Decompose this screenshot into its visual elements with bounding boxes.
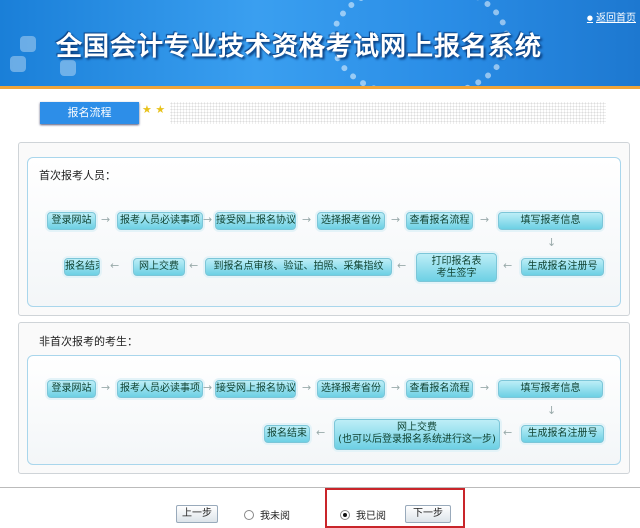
arrow-left-icon: ← xyxy=(503,259,513,272)
step-finish: 报名结束 xyxy=(64,258,100,276)
arrow-right-icon: → xyxy=(391,381,401,394)
arrow-right-icon: → xyxy=(302,213,312,226)
panel-title: 非首次报考的考生： xyxy=(39,335,138,348)
returning-inner xyxy=(27,355,621,465)
step-view-process: 查看报名流程 xyxy=(406,212,473,230)
first-time-inner xyxy=(27,157,621,307)
panel-title: 首次报考人员： xyxy=(39,169,116,182)
step-pay-online-label: 网上交费 xyxy=(397,422,437,433)
arrow-down-icon: ↓ xyxy=(547,404,557,417)
step-sign-label: 考生签字 xyxy=(436,268,477,279)
step-fill-info: 填写报考信息 xyxy=(498,380,603,398)
step-accept-agreement: 接受网上报名协议 xyxy=(215,380,296,398)
arrow-right-icon: → xyxy=(480,381,490,394)
arrow-right-icon: → xyxy=(480,213,490,226)
star-icon: ★ ★ xyxy=(142,103,166,116)
arrow-right-icon: → xyxy=(203,213,213,226)
radio-circle-icon[interactable] xyxy=(244,510,254,520)
step-onsite-verify: 到报名点审核、验证、拍照、采集指纹 xyxy=(205,258,392,276)
step-pay-note: (也可以后登录报名系统进行这一步) xyxy=(338,434,496,445)
tab-registration-process[interactable]: 报名流程 xyxy=(40,102,139,124)
step-login: 登录网站 xyxy=(47,380,96,398)
arrow-left-icon: ← xyxy=(110,259,120,272)
step-print-form-label: 打印报名表 xyxy=(431,256,482,267)
arrow-down-icon: ↓ xyxy=(547,236,557,249)
returning-panel: 非首次报考的考生： xyxy=(18,322,630,474)
arrow-right-icon: → xyxy=(101,213,111,226)
arrow-left-icon: ← xyxy=(503,426,513,439)
step-read-notice: 报考人员必读事项 xyxy=(117,380,203,398)
step-accept-agreement: 接受网上报名协议 xyxy=(215,212,296,230)
site-title: 全国会计专业技术资格考试网上报名系统 xyxy=(56,32,543,62)
tab-bar-pattern xyxy=(170,102,606,124)
step-read-notice: 报考人员必读事项 xyxy=(117,212,203,230)
arrow-right-icon: → xyxy=(302,381,312,394)
arrow-left-icon: ← xyxy=(397,259,407,272)
prev-step-button[interactable]: 上一步 xyxy=(176,505,218,523)
step-generate-number: 生成报名注册号 xyxy=(521,425,604,443)
radio-not-read[interactable]: 我未阅 xyxy=(244,507,290,522)
step-select-province: 选择报考省份 xyxy=(317,212,385,230)
step-login: 登录网站 xyxy=(47,212,96,230)
arrow-left-icon: ← xyxy=(189,259,199,272)
header-banner: 全国会计专业技术资格考试网上报名系统 返回首页 xyxy=(0,0,640,86)
arrow-right-icon: → xyxy=(101,381,111,394)
step-generate-number: 生成报名注册号 xyxy=(521,258,604,276)
arrow-right-icon: → xyxy=(203,381,213,394)
banner-decoration xyxy=(20,36,36,52)
step-print-form: 打印报名表 考生签字 xyxy=(416,253,497,282)
arrow-right-icon: → xyxy=(391,213,401,226)
step-finish: 报名结束 xyxy=(264,425,310,443)
step-view-process: 查看报名流程 xyxy=(406,380,473,398)
step-fill-info: 填写报考信息 xyxy=(498,212,603,230)
radio-label: 我未阅 xyxy=(260,511,290,522)
footer-divider xyxy=(0,487,640,488)
step-select-province: 选择报考省份 xyxy=(317,380,385,398)
step-pay-online: 网上交费 (也可以后登录报名系统进行这一步) xyxy=(334,419,500,450)
home-link[interactable]: 返回首页 xyxy=(587,9,636,24)
step-pay-online: 网上交费 xyxy=(133,258,185,276)
banner-decoration xyxy=(10,56,26,72)
header-divider xyxy=(0,86,640,89)
highlight-box xyxy=(325,488,465,528)
arrow-left-icon: ← xyxy=(316,426,326,439)
